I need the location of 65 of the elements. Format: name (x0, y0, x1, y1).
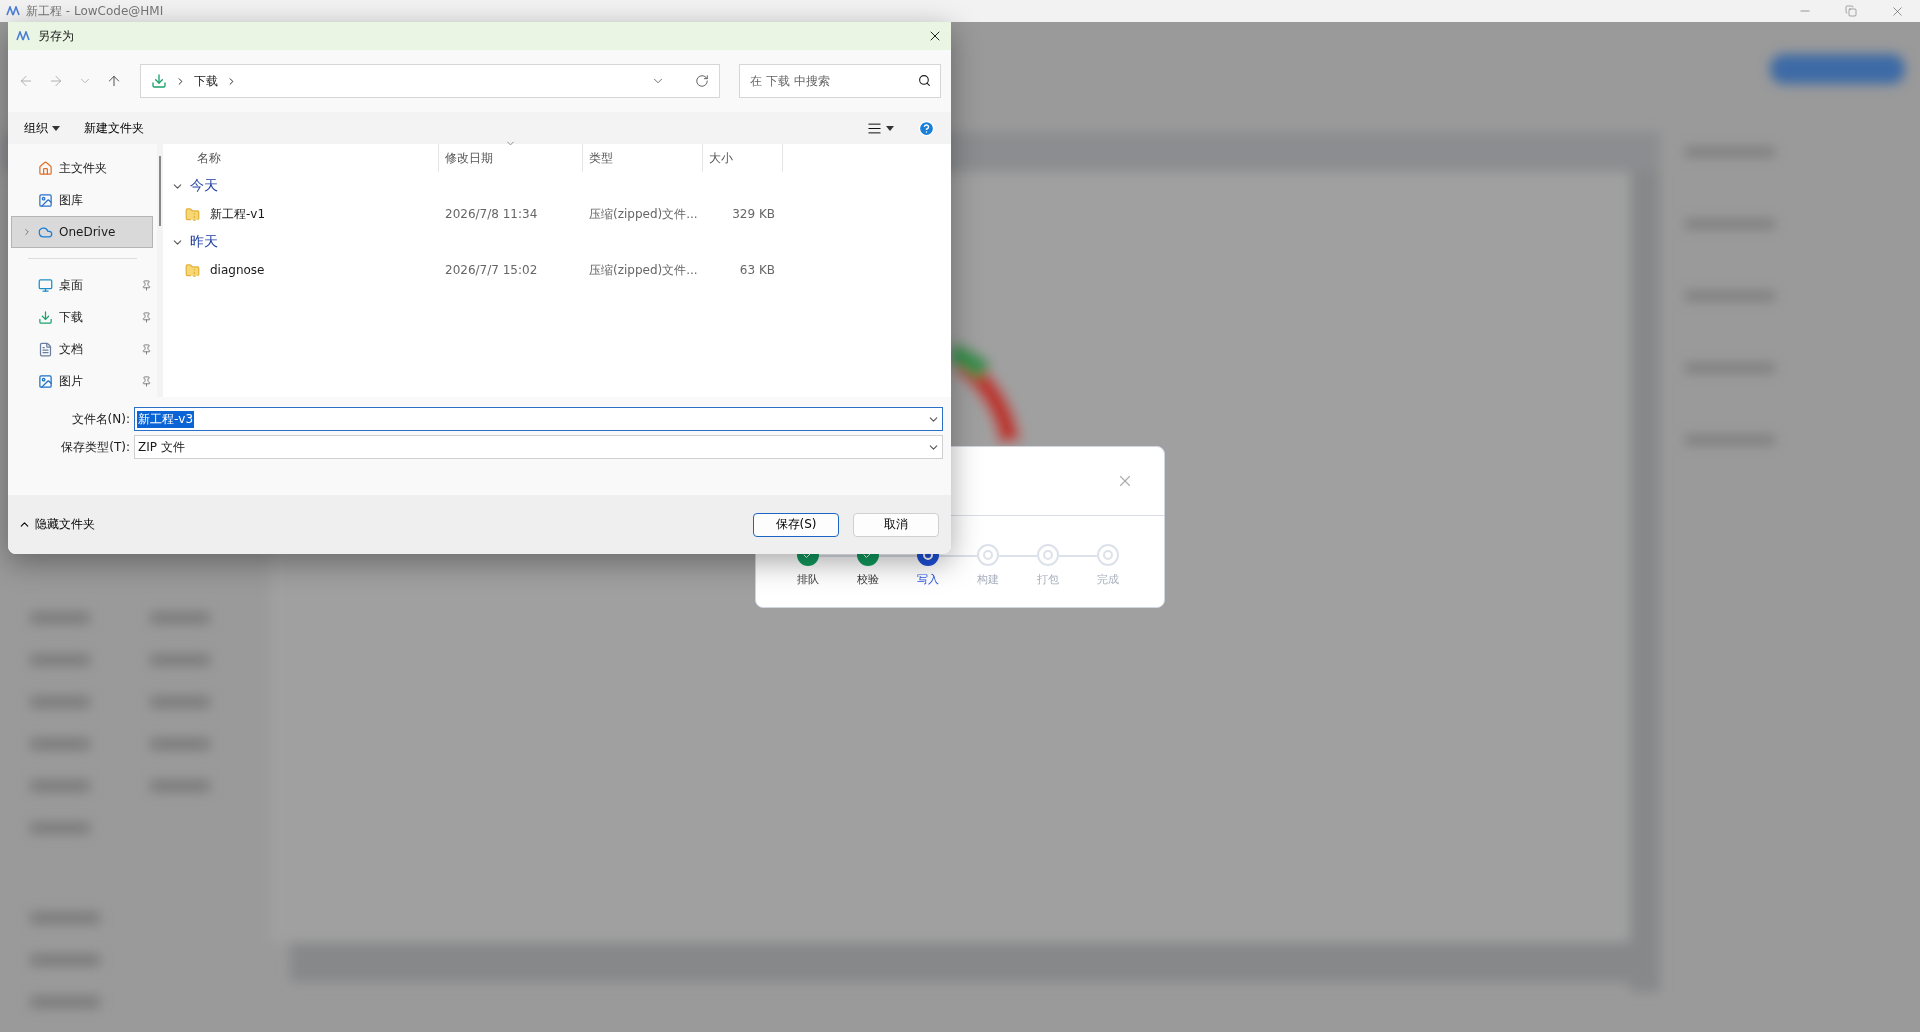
cancel-button[interactable]: 取消 (853, 512, 939, 537)
table-cell-text: 压缩(zipped)文件... (588, 205, 699, 223)
nav-item[interactable]: 主文件夹 (11, 152, 153, 184)
step-label: 校验 (857, 572, 879, 587)
nav-item[interactable]: 图库 (11, 184, 153, 216)
view-options-button[interactable] (867, 120, 894, 136)
hide-folders-toggle[interactable]: 隐藏文件夹 (18, 516, 95, 533)
file-name[interactable]: 新工程-v1 (204, 205, 266, 223)
desktop-icon (38, 277, 53, 293)
nav-item[interactable]: 图片 (11, 365, 153, 397)
search-field[interactable]: 在 下载 中搜索 (739, 64, 941, 98)
group-header[interactable]: 昨天 (163, 228, 951, 256)
refresh-button[interactable] (695, 74, 709, 88)
new-folder-button[interactable]: 新建文件夹 (84, 119, 144, 137)
field-label: 保存类型(T): (60, 438, 131, 456)
column-header[interactable]: 类型 (583, 144, 703, 172)
app-logo-icon (16, 31, 30, 41)
list-view-icon (867, 120, 882, 136)
column-header[interactable]: 大小 (703, 144, 783, 172)
nav-item[interactable]: 下载 (11, 301, 153, 333)
app-logo-icon (6, 6, 20, 16)
back-button[interactable] (18, 73, 34, 89)
zip-folder-icon (185, 206, 200, 222)
step-label: 写入 (917, 572, 939, 587)
download-icon (38, 309, 53, 325)
window-title: 新工程 - LowCode@HMI (26, 2, 164, 20)
step-label: 打包 (1037, 572, 1059, 587)
nav-item[interactable]: 文档 (11, 333, 153, 365)
document-icon (38, 341, 53, 357)
save-button[interactable]: 保存(S) (753, 512, 839, 537)
expand-icon[interactable] (22, 227, 32, 237)
refresh-icon (695, 74, 709, 88)
column-header[interactable]: 名称 (163, 144, 439, 172)
table-cell-text: 压缩(zipped)文件... (588, 261, 699, 279)
column-header[interactable]: 修改日期 (439, 144, 583, 172)
breadcrumb-item[interactable]: 下载 (194, 72, 218, 90)
file-name-field[interactable]: 新工程-v3 (134, 407, 943, 431)
file-name[interactable]: diagnose (204, 263, 265, 277)
table-cell-text: 63 KB (738, 263, 776, 277)
file-type-dropdown[interactable]: ZIP 文件 (134, 435, 943, 459)
forward-arrow-icon (48, 73, 64, 89)
address-bar[interactable]: 下载 (140, 64, 720, 98)
nav-item[interactable]: OneDrive (11, 216, 153, 248)
home-icon (38, 160, 53, 176)
dialog-title: 另存为 (38, 27, 74, 45)
restore-icon (1845, 5, 1857, 17)
gallery-icon (38, 192, 53, 208)
table-cell-text: 329 KB (731, 207, 776, 221)
picture-icon (38, 373, 53, 389)
step-label: 构建 (977, 572, 999, 587)
step-label: 完成 (1097, 572, 1119, 587)
search-icon (918, 74, 931, 87)
nav-item[interactable]: 桌面 (11, 269, 153, 301)
forward-button[interactable] (48, 73, 64, 89)
organize-button[interactable]: 组织 (24, 119, 60, 137)
cloud-icon (38, 224, 53, 240)
table-cell-text: 2026/7/8 11:34 (444, 207, 539, 221)
field-label: 文件名(N): (70, 410, 131, 428)
download-icon (151, 73, 167, 89)
step-label: 排队 (797, 572, 819, 587)
group-header[interactable]: 今天 (163, 172, 951, 200)
zip-folder-icon (185, 262, 200, 278)
table-cell-text: 2026/7/7 15:02 (444, 263, 539, 277)
up-button[interactable] (106, 73, 122, 89)
help-icon[interactable] (918, 119, 935, 137)
